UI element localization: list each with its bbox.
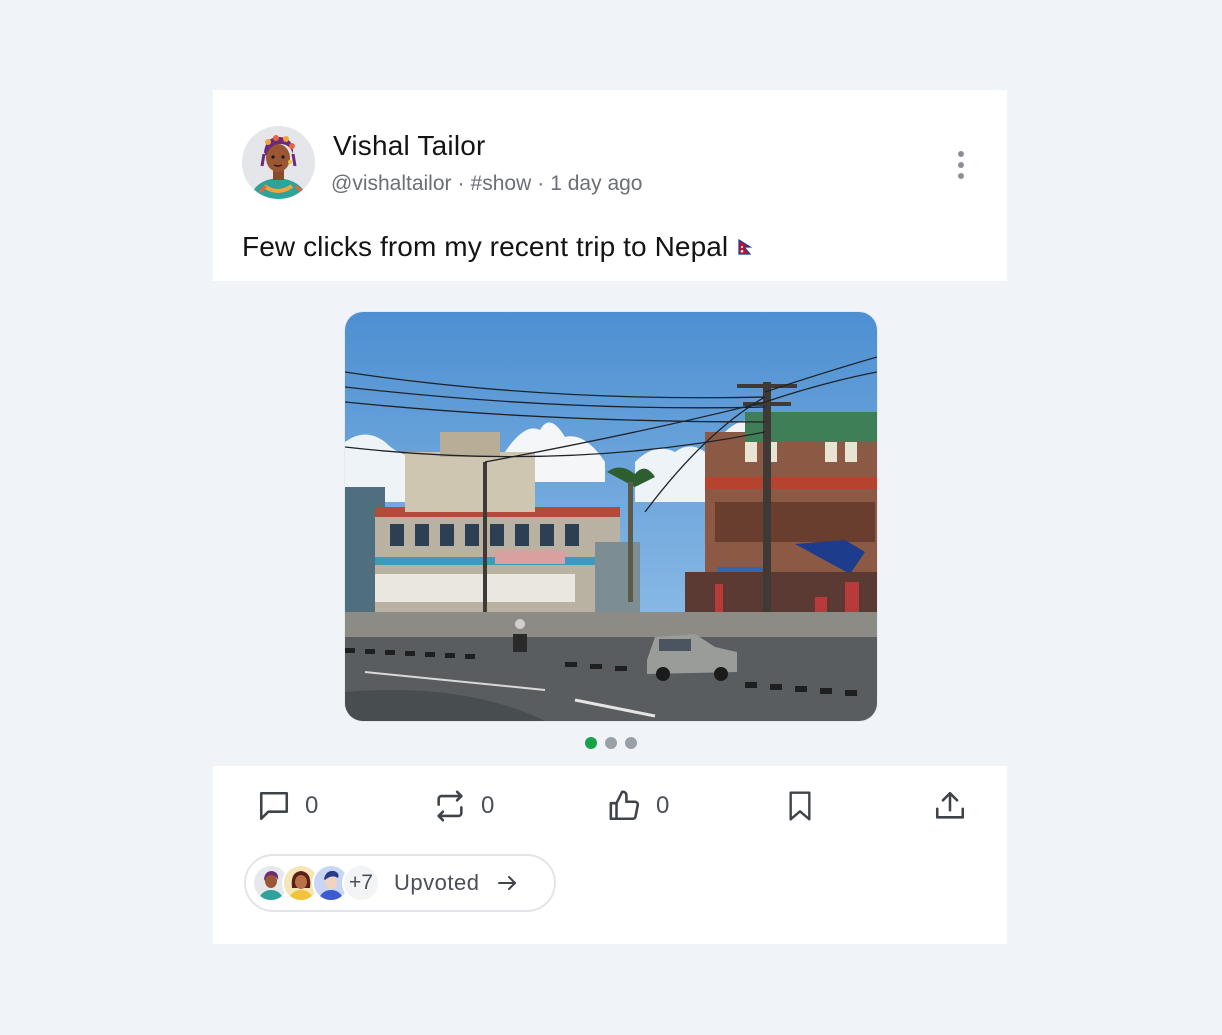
bookmark-button[interactable] [784,786,816,826]
repost-button[interactable]: 0 [433,786,494,826]
share-upload-icon [935,791,965,819]
vertical-dots-icon [958,151,964,179]
comment-button[interactable]: 0 [257,786,318,826]
carousel-dot-1[interactable] [585,737,597,749]
post-meta: @vishaltailor · #show · 1 day ago [331,172,642,196]
nepal-flag-icon [738,230,753,262]
meta-separator: · [537,172,545,195]
carousel-dot-2[interactable] [605,737,617,749]
upvote-count: 0 [656,792,670,819]
comment-count: 0 [305,792,319,819]
post-actions-card: 0 0 0 +7 Upvoted [213,766,1007,944]
arrow-right-icon [495,871,519,895]
upvoters-extra-count: +7 [342,864,380,902]
upvoted-label: Upvoted [394,870,480,895]
repost-icon [437,790,463,822]
thumbs-up-icon [609,790,640,821]
post-text: Few clicks from my recent trip to Nepal [242,230,753,263]
repost-count: 0 [481,792,495,819]
author-avatar[interactable] [242,126,315,199]
comment-icon [259,791,289,821]
author-name[interactable]: Vishal Tailor [333,130,486,162]
bookmark-icon [789,791,811,821]
post-body: Few clicks from my recent trip to Nepal [242,231,729,262]
post-header-card: Vishal Tailor @vishaltailor · #show · 1 day … [213,90,1007,281]
upvote-button[interactable]: 0 [608,786,669,826]
carousel-dot-3[interactable] [625,737,637,749]
meta-separator: · [457,172,465,195]
upvoters-pill[interactable]: +7 Upvoted [244,854,556,912]
post-image[interactable] [345,312,877,721]
post-time: 1 day ago [550,172,643,195]
share-button[interactable] [933,786,967,826]
more-options-button[interactable] [949,146,973,186]
post-tag[interactable]: #show [471,172,532,195]
carousel-indicator [585,737,637,749]
author-handle[interactable]: @vishaltailor [331,172,452,195]
